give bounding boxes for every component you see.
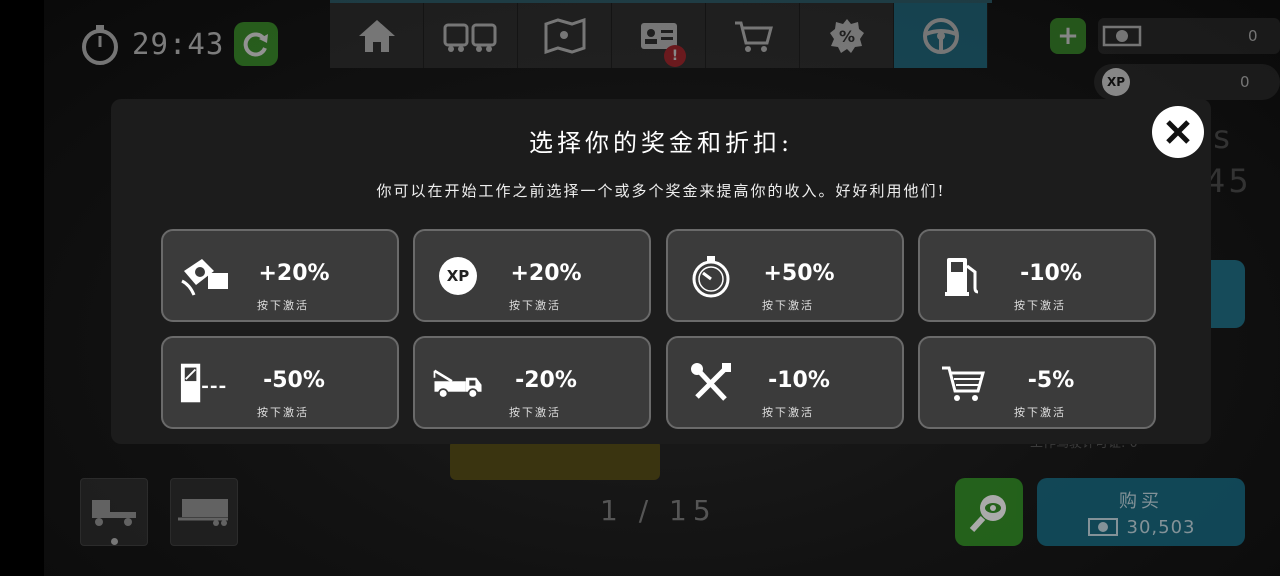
money-bonus-icon (181, 259, 228, 296)
bonus-value: -5% (1027, 368, 1075, 393)
bonus-card-repair[interactable]: -10% 按下激活 (666, 336, 904, 429)
truck-icon (92, 500, 136, 526)
trailer-view-button[interactable] (170, 478, 238, 546)
bonus-icon-container (684, 358, 738, 408)
bonus-icon-container: XP (431, 251, 485, 301)
svg-text:%: % (838, 27, 854, 46)
xp-icon: XP (1102, 68, 1130, 96)
discount-icon: % (829, 18, 864, 53)
page-counter: 1 / 15 (600, 494, 717, 527)
bonus-value: +20% (510, 261, 582, 286)
bonus-card-xp[interactable]: XP +20% 按下激活 (413, 229, 651, 322)
bonus-value: +20% (258, 261, 330, 286)
tow-truck-icon (433, 369, 482, 399)
money-value: 0 (1248, 27, 1258, 45)
vehicle-model-tail: 45 (1205, 162, 1252, 200)
truck-view-button[interactable] (80, 478, 148, 546)
bonus-hint: 按下激活 (1014, 406, 1066, 419)
nav-map[interactable] (518, 3, 612, 68)
refresh-button[interactable] (234, 22, 279, 66)
nav-drive[interactable] (894, 3, 988, 68)
inspect-button[interactable] (955, 478, 1023, 546)
stopwatch-icon (82, 25, 118, 65)
bonus-card-money[interactable]: +20% 按下激活 (161, 229, 399, 322)
top-nav: ! % (330, 0, 992, 68)
nav-trucks[interactable] (424, 3, 518, 68)
bonus-icon-container (936, 251, 990, 301)
refresh-icon (243, 32, 269, 57)
buy-price: 30,503 (1087, 517, 1196, 538)
magnifier-eye-icon (969, 495, 1006, 533)
bonus-card-towing[interactable]: -20% 按下激活 (413, 336, 651, 429)
cash-icon (1102, 25, 1142, 47)
bonus-card-shop[interactable]: -5% 按下激活 (918, 336, 1156, 429)
trucks-icon (443, 23, 496, 52)
bonus-hint: 按下激活 (509, 406, 561, 419)
xp-bonus-icon: XP (439, 257, 477, 295)
bonus-card-time[interactable]: +50% 按下激活 (666, 229, 904, 322)
close-button[interactable] (1152, 106, 1204, 158)
map-icon (544, 17, 585, 54)
shop-cart-icon (734, 21, 773, 52)
buy-button[interactable]: 购买 30,503 (1037, 478, 1245, 546)
buy-price-value: 30,503 (1126, 516, 1196, 538)
modal-description: 你可以在开始工作之前选择一个或多个奖金来提高你的收入。好好利用他们! (376, 182, 946, 200)
bonus-value: +50% (763, 261, 835, 286)
selection-dot (111, 538, 118, 545)
nav-home[interactable] (330, 3, 424, 68)
home-icon (358, 19, 395, 52)
bonus-value: -20% (515, 368, 577, 393)
bonus-value: -50% (263, 368, 325, 393)
money-display: 0 (1098, 18, 1280, 54)
bonus-icon-container (179, 251, 233, 301)
bonus-hint: 按下激活 (509, 299, 561, 312)
vehicle-preview (450, 440, 660, 480)
stopwatch-icon (692, 256, 730, 298)
bonus-card-toll[interactable]: -50% 按下激活 (161, 336, 399, 429)
timer-text: 29:43 (132, 27, 225, 61)
nav-discounts[interactable]: % (800, 3, 894, 68)
close-icon (1166, 120, 1190, 144)
xp-display: XP 0 (1094, 64, 1280, 100)
nav-shop[interactable] (706, 3, 800, 68)
bonus-hint: 按下激活 (257, 299, 309, 312)
bonus-icon-container (936, 358, 990, 408)
timer: 29:43 (78, 22, 279, 66)
repair-tools-icon (691, 363, 731, 401)
bonus-icon-container (431, 358, 485, 408)
bonus-icon-container (179, 358, 233, 408)
bonus-icon-container (684, 251, 738, 301)
shopping-cart-icon (942, 366, 985, 401)
buy-label: 购买 (1119, 490, 1163, 512)
xp-value: 0 (1240, 73, 1250, 91)
bonus-hint: 按下激活 (1014, 299, 1066, 312)
bonus-hint: 按下激活 (762, 406, 814, 419)
toll-gate-icon (180, 363, 226, 403)
bonus-hint: 按下激活 (762, 299, 814, 312)
cash-icon (1087, 518, 1118, 536)
nav-license[interactable]: ! (612, 3, 706, 68)
fuel-pump-icon (945, 258, 979, 296)
notification-badge: ! (664, 45, 686, 67)
bonus-value: -10% (1020, 261, 1082, 286)
modal-title: 选择你的奖金和折扣: (528, 129, 794, 157)
bonus-card-fuel[interactable]: -10% 按下激活 (918, 229, 1156, 322)
bonus-value: -10% (768, 368, 830, 393)
steering-wheel-icon (922, 17, 959, 54)
add-money-button[interactable]: + (1050, 18, 1086, 54)
bonus-hint: 按下激活 (257, 406, 309, 419)
trailer-icon (178, 499, 228, 526)
